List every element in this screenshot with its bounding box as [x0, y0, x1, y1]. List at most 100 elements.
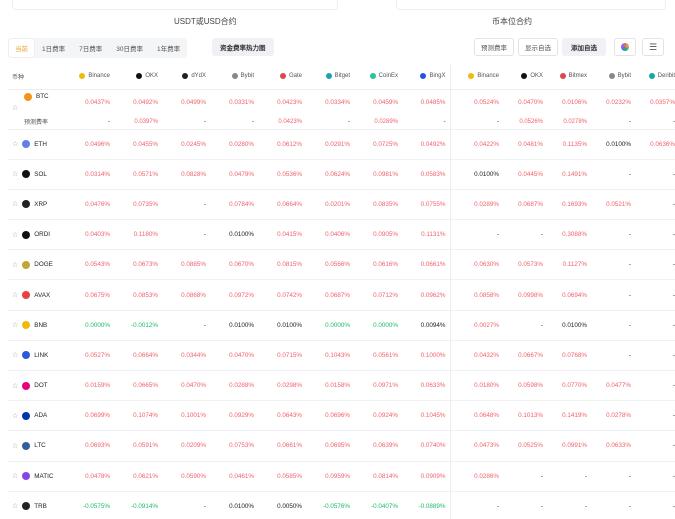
star-icon[interactable]: ☆	[12, 472, 18, 480]
coin-cell-sol[interactable]: ☆ SOL	[8, 159, 66, 190]
bitget-icon	[325, 72, 332, 79]
star-icon[interactable]: ☆	[12, 291, 18, 299]
star-icon[interactable]: ☆	[12, 382, 18, 390]
rate-cell: 0.0100%	[210, 491, 258, 519]
predict-rate-button[interactable]: 预测费率	[474, 38, 514, 56]
bnb-coin-icon	[22, 321, 31, 330]
rate-cell: 0.0694%	[547, 279, 591, 311]
header-usdt-bingx[interactable]: BingX	[402, 65, 450, 90]
tab-30d[interactable]: 30日费率	[110, 39, 149, 57]
tab-1d[interactable]: 1日费率	[36, 39, 71, 57]
header-usdt-okx[interactable]: OKX	[114, 65, 162, 90]
header-usdt-coinex[interactable]: CoinEx	[354, 65, 402, 90]
star-icon[interactable]: ☆	[12, 170, 18, 178]
color-wheel-button[interactable]	[614, 38, 636, 56]
star-icon[interactable]: ☆	[12, 261, 18, 269]
table-row[interactable]: ☆ SOL 0.0314% 0.0571% 0.0828% 0.0479% 0.0536% 0…	[8, 159, 675, 190]
rate-cell: 0.0673%	[114, 249, 162, 281]
tab-7d[interactable]: 7日费率	[73, 39, 108, 57]
coin-cell-ordi[interactable]: ☆ ORDI	[8, 219, 66, 251]
coin-cell-trb[interactable]: ☆ TRB	[8, 491, 66, 519]
avax-coin-icon	[22, 291, 31, 300]
rate-cell: 0.0027%	[449, 310, 503, 341]
rate-cell: -	[635, 461, 675, 492]
coin-cell-bnb[interactable]: ☆ BNB	[8, 310, 66, 341]
coin-cell-xrp[interactable]: ☆ XRP	[8, 189, 66, 221]
coin-cell-doge[interactable]: ☆ DOGE	[8, 249, 66, 281]
table-row[interactable]: ☆ ORDI 0.0403% 0.1180% -0.0100% 0.0415% 0.0406…	[8, 219, 675, 251]
header-coinm-okx[interactable]: OKX	[503, 65, 547, 90]
coin-cell-link[interactable]: ☆ LINK	[8, 340, 66, 372]
tab-current[interactable]: 当前	[9, 39, 34, 57]
rate-cell: 0.0699%	[66, 400, 114, 432]
rate-cell: 0.0422%	[449, 129, 503, 160]
table-row[interactable]: ☆ MATIC 0.0478% 0.0621% 0.0590% 0.0461% 0.0585…	[8, 461, 675, 492]
header-usdt-bybit[interactable]: Bybit	[210, 65, 258, 90]
table-row[interactable]: ☆ DOT 0.0159% 0.0665% 0.0470% 0.0288% 0.0298% 0…	[8, 370, 675, 402]
star-icon[interactable]: ☆	[12, 104, 18, 112]
header-coinm-binance[interactable]: Binance	[449, 65, 503, 90]
ordi-coin-icon	[22, 230, 31, 239]
header-usdt-bitget[interactable]: Bitget	[306, 65, 354, 90]
table-row[interactable]: ☆ ADA 0.0699% 0.1074% 0.1001% 0.0929% 0.0643% 0…	[8, 400, 675, 432]
table-row[interactable]: ☆ DOGE 0.0543% 0.0673% 0.0885% 0.0670% 0.0815%…	[8, 249, 675, 281]
coin-name: ADA	[34, 412, 48, 420]
okx-icon	[136, 72, 143, 79]
rate-cell: 0.0526%	[503, 115, 547, 130]
rate-cell: 0.0929%	[210, 400, 258, 432]
rate-cell: -0.0914%	[114, 491, 162, 519]
header-coinm-bitmex[interactable]: Bitmex	[547, 65, 591, 90]
coin-cell-avax[interactable]: ☆ AVAX	[8, 279, 66, 311]
header-coinm-deribit[interactable]: Deribit	[635, 65, 675, 90]
header-usdt-binance[interactable]: Binance	[66, 65, 114, 90]
coin-name: TRB	[34, 502, 47, 510]
add-favorite-button[interactable]: 添加自选	[562, 38, 606, 56]
header-usdt-dydx[interactable]: dYdX	[162, 65, 210, 90]
tab-1y[interactable]: 1年费率	[151, 39, 186, 57]
table-row[interactable]: BTC ☆ 0.0437% 0.0492% 0.0499% 0.0331% 0.0423% 0…	[8, 89, 675, 115]
settings-button[interactable]: ☰	[642, 38, 664, 56]
coin-cell-eth[interactable]: ☆ ETH	[8, 129, 66, 160]
coin-cell-dot[interactable]: ☆ DOT	[8, 370, 66, 402]
table-row[interactable]: ☆ BNB 0.0000% -0.0012% -0.0100% 0.0100% 0.0000…	[8, 310, 675, 341]
coin-cell-btc[interactable]: BTC ☆	[8, 89, 66, 115]
rate-cell: 0.0445%	[503, 159, 547, 190]
star-icon[interactable]: ☆	[12, 231, 18, 239]
rate-cell: -	[503, 310, 547, 341]
rate-cell: 0.0000%	[66, 310, 114, 341]
top-card-left	[12, 0, 338, 10]
star-icon[interactable]: ☆	[12, 502, 18, 510]
star-icon[interactable]: ☆	[12, 412, 18, 420]
predict-row: 预测费率 -0.0397% - -0.0423% -0.0289% - -0.0526% 0.…	[8, 115, 675, 130]
heatmap-button[interactable]: 资金费率热力图	[212, 38, 274, 56]
star-icon[interactable]: ☆	[12, 351, 18, 359]
table-row[interactable]: ☆ XRP 0.0476% 0.0735% -0.0784% 0.0664% 0.0201%…	[8, 189, 675, 221]
rate-cell: 0.0616%	[354, 249, 402, 281]
table-row[interactable]: ☆ TRB -0.0575% -0.0914% -0.0100% 0.0050% -0.05…	[8, 491, 675, 519]
coin-cell-ltc[interactable]: ☆ LTC	[8, 430, 66, 462]
star-icon[interactable]: ☆	[12, 442, 18, 450]
coin-cell-ada[interactable]: ☆ ADA	[8, 400, 66, 432]
header-usdt-gate[interactable]: Gate	[258, 65, 306, 90]
header-coinm-bybit[interactable]: Bybit	[591, 65, 635, 90]
rate-cell: 0.0496%	[66, 129, 114, 160]
rate-cell: 0.0423%	[258, 115, 306, 130]
rate-cell: -	[635, 310, 675, 341]
table-row[interactable]: ☆ LTC 0.0693% 0.0591% 0.0209% 0.0753% 0.0661% 0…	[8, 430, 675, 462]
star-icon[interactable]: ☆	[12, 140, 18, 148]
star-icon[interactable]: ☆	[12, 200, 18, 208]
coin-cell-matic[interactable]: ☆ MATIC	[8, 461, 66, 492]
rate-cell: 0.0924%	[354, 400, 402, 432]
rate-cell: -	[591, 340, 635, 372]
rate-cell: 0.0770%	[547, 370, 591, 402]
coin-name: DOGE	[34, 261, 53, 269]
rate-cell: 0.0344%	[162, 340, 210, 372]
table-row[interactable]: ☆ AVAX 0.0675% 0.0853% 0.0868% 0.0972% 0.0742%…	[8, 279, 675, 311]
table-row[interactable]: ☆ ETH 0.0496% 0.0455% 0.0245% 0.0280% 0.0612% 0…	[8, 129, 675, 160]
star-icon[interactable]: ☆	[12, 321, 18, 329]
rate-cell: 0.0725%	[354, 129, 402, 160]
table-row[interactable]: ☆ LINK 0.0527% 0.0664% 0.0344% 0.0470% 0.0715%…	[8, 340, 675, 372]
exchange-label: Deribit	[657, 72, 675, 79]
header-coin[interactable]: 币种	[8, 65, 66, 90]
show-favorites-button[interactable]: 显示自选	[518, 38, 558, 56]
